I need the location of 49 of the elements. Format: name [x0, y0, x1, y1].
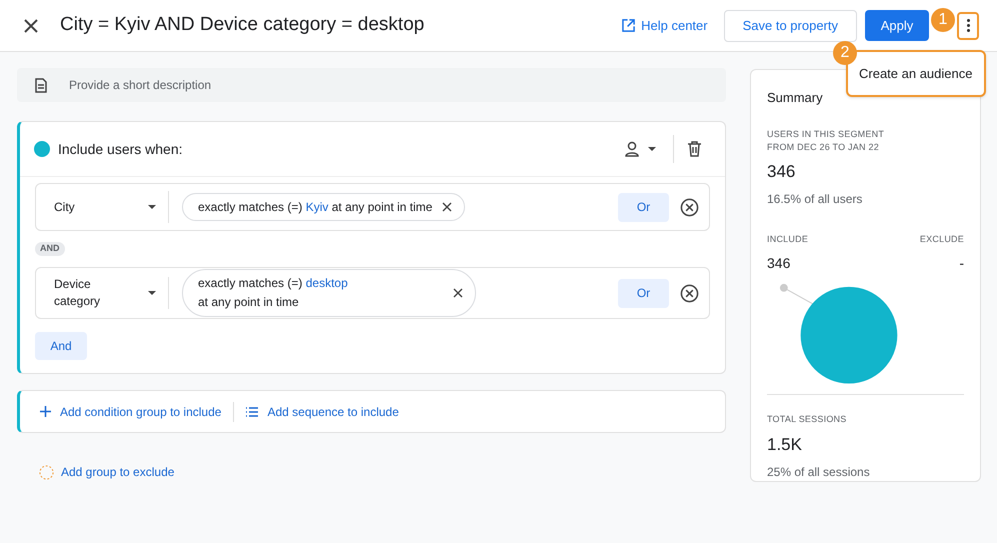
caret-icon: [148, 291, 156, 295]
add-condition-group-link[interactable]: Add condition group to include: [40, 402, 222, 420]
or-button[interactable]: Or: [618, 192, 669, 222]
apply-button[interactable]: Apply: [865, 10, 929, 41]
group-title: Include users when:: [58, 140, 183, 158]
dashed-circle-icon: [39, 464, 54, 480]
remove-icon[interactable]: [453, 288, 463, 298]
more-options-button[interactable]: [957, 12, 979, 40]
page-title: City = Kyiv AND Device category = desktop: [60, 13, 424, 38]
caret-icon: [148, 205, 156, 209]
and-joiner: AND: [35, 242, 64, 256]
document-icon: [35, 78, 47, 92]
remove-icon[interactable]: [442, 202, 452, 212]
exclude-label: EXCLUDE: [920, 233, 964, 246]
add-exclude-group-link[interactable]: Add group to exclude: [39, 463, 726, 481]
metric-value: 346: [767, 160, 796, 182]
dimension-dropdown[interactable]: Device category: [36, 277, 169, 309]
summary-title: Summary: [767, 89, 824, 107]
description-field[interactable]: Provide a short description: [17, 68, 726, 102]
condition-text: at any point in time: [198, 294, 300, 311]
description-input[interactable]: Provide a short description: [69, 76, 569, 94]
add-sequence-link[interactable]: Add sequence to include: [246, 402, 399, 420]
metric-share: 16.5% of all users: [767, 191, 864, 208]
remove-condition-icon[interactable]: [680, 284, 699, 302]
and-button[interactable]: And: [35, 332, 87, 360]
exclude-value: -: [959, 254, 964, 272]
remove-condition-icon[interactable]: [680, 198, 699, 216]
external-link-icon: [622, 19, 636, 32]
plus-icon: [40, 406, 51, 417]
condition-text: exactly matches (=) Kyiv at any point in time: [198, 199, 432, 216]
include-value: 346: [767, 254, 790, 272]
metric-label: FROM DEC 26 TO JAN 22: [767, 140, 880, 154]
save-to-property-button[interactable]: Save to property: [724, 10, 857, 42]
include-label: INCLUDE: [767, 233, 808, 246]
delete-icon[interactable]: [688, 141, 701, 157]
or-button[interactable]: Or: [618, 278, 669, 308]
close-icon[interactable]: [24, 18, 38, 32]
help-center-link[interactable]: Help center: [622, 16, 708, 36]
metric-share: 25% of all sessions: [767, 464, 871, 481]
dimension-dropdown[interactable]: City: [36, 191, 169, 223]
metric-label: TOTAL SESSIONS: [767, 413, 848, 426]
metric-value: 1.5K: [767, 434, 803, 456]
list-icon: [246, 406, 258, 416]
menu-item[interactable]: Create an audience: [848, 64, 972, 84]
person-dropdown-icon[interactable]: [625, 141, 659, 157]
condition-text: exactly matches (=) desktop: [198, 275, 349, 292]
condition-chip[interactable]: exactly matches (=) Kyiv at any point in time: [182, 193, 466, 221]
metric-label: USERS IN THIS SEGMENT: [767, 128, 886, 140]
condition-chip[interactable]: exactly matches (=) desktop at any point in time: [182, 269, 476, 317]
